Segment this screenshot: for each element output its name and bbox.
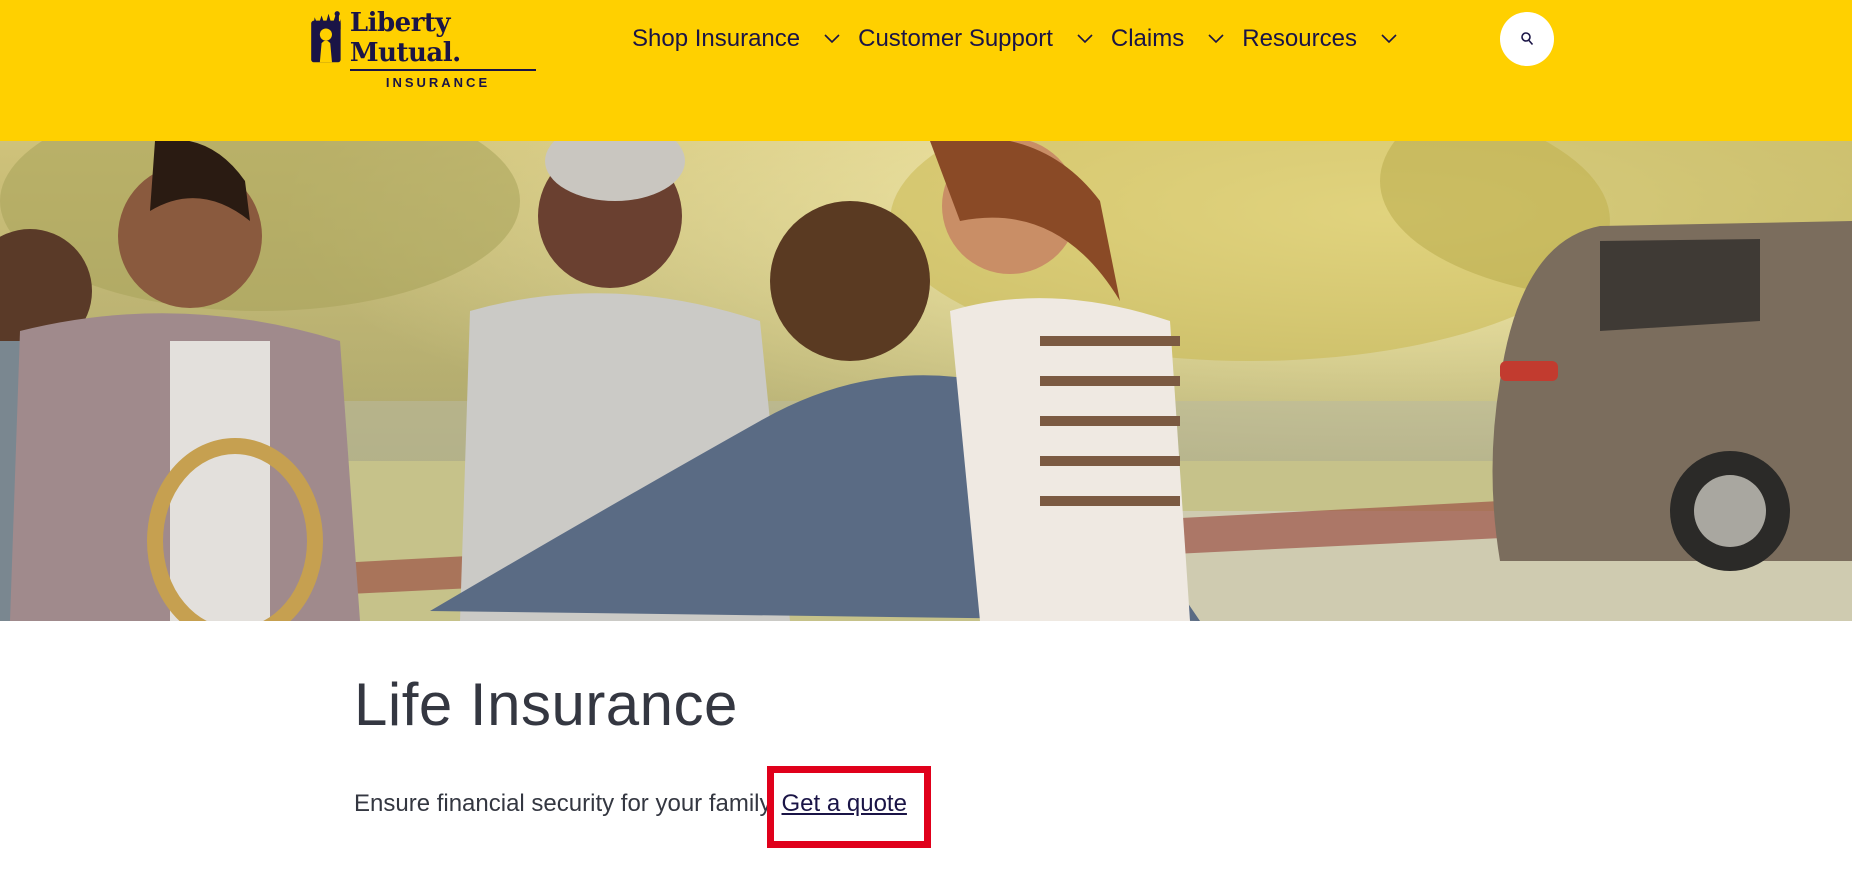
hero-image xyxy=(0,141,1852,621)
nav-shop-insurance[interactable]: Shop Insurance xyxy=(632,25,858,53)
nav-label: Resources xyxy=(1242,25,1357,52)
search-button[interactable] xyxy=(1500,12,1554,66)
liberty-mutual-logo[interactable]: Liberty Mutual. INSURANCE xyxy=(306,8,540,90)
statue-of-liberty-icon xyxy=(311,11,341,63)
nav-label: Customer Support xyxy=(858,25,1053,52)
brand-underline xyxy=(349,69,536,71)
chevron-down-icon xyxy=(1208,34,1224,44)
brand-name: Liberty Mutual. xyxy=(349,8,461,68)
nav-label: Claims xyxy=(1110,25,1185,52)
chevron-down-icon xyxy=(1077,34,1093,44)
site-header: Liberty Mutual. INSURANCE Shop Insurance… xyxy=(0,0,1852,141)
tagline-text: Ensure financial security for your famil… xyxy=(354,790,772,817)
brand-sub: INSURANCE xyxy=(385,75,491,90)
nav-customer-support[interactable]: Customer Support xyxy=(858,25,1111,53)
family-outdoors-photo xyxy=(0,141,1852,621)
nav-claims[interactable]: Claims xyxy=(1111,25,1242,53)
main-nav: Shop Insurance Customer Support Claims R… xyxy=(632,22,1415,56)
chevron-down-icon xyxy=(824,34,840,44)
chevron-down-icon xyxy=(1381,34,1397,44)
nav-resources[interactable]: Resources xyxy=(1242,25,1415,53)
page-title: Life Insurance xyxy=(354,671,738,738)
search-icon xyxy=(1521,32,1534,46)
highlight-box xyxy=(767,766,931,848)
nav-label: Shop Insurance xyxy=(632,25,801,52)
